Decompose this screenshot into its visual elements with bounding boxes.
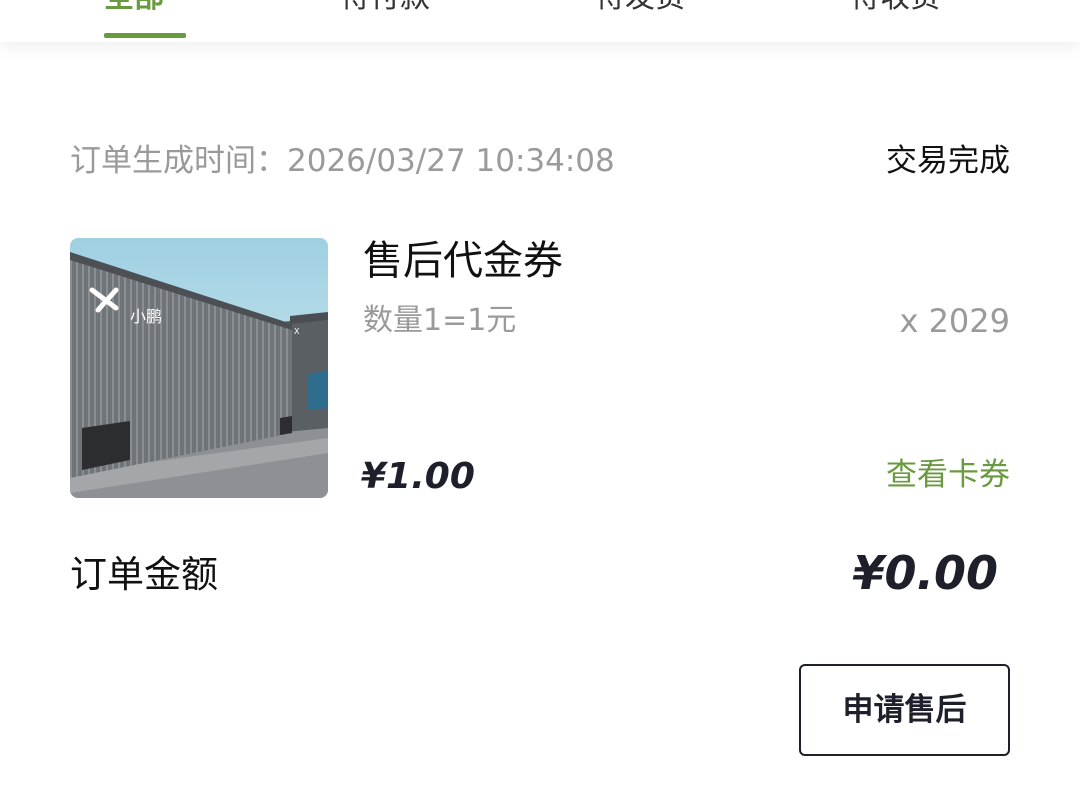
- active-tab-indicator: [104, 33, 186, 38]
- building-image: 小鹏 X: [70, 238, 328, 498]
- view-coupon-link[interactable]: 查看卡券: [886, 453, 1010, 497]
- tab-all[interactable]: 全部: [104, 0, 186, 18]
- order-amount-value: ¥0.00: [852, 546, 998, 600]
- product-name[interactable]: 售后代金券: [363, 234, 563, 288]
- product-price: ¥1.00: [361, 456, 475, 497]
- product-quantity: x 2029: [899, 302, 1010, 340]
- order-amount-label: 订单金额: [70, 553, 218, 596]
- logo-text: 小鹏: [130, 307, 162, 326]
- order-status-label: 交易完成: [886, 143, 1010, 179]
- order-tab-bar: 全部 待付款 待发货 待收货: [0, 0, 1080, 42]
- tab-pending-payment[interactable]: 待付款: [340, 0, 470, 18]
- product-spec: 数量1=1元: [363, 303, 517, 338]
- tab-pending-shipment[interactable]: 待发货: [595, 0, 725, 18]
- product-thumbnail[interactable]: 小鹏 X: [70, 238, 328, 498]
- svg-text:X: X: [294, 327, 300, 336]
- order-created-time: 订单生成时间：2026/03/27 10:34:08: [70, 143, 615, 179]
- apply-aftersale-button[interactable]: 申请售后: [799, 664, 1010, 756]
- tab-pending-receipt[interactable]: 待收货: [850, 0, 980, 18]
